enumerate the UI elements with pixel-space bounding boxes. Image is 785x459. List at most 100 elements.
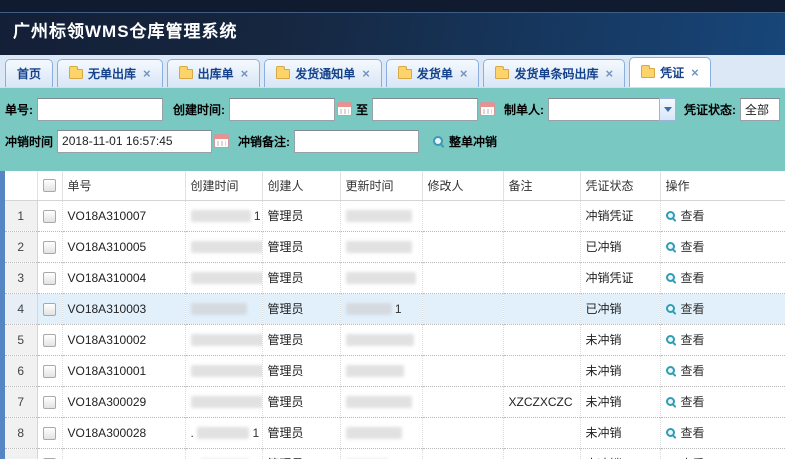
close-icon[interactable]: × bbox=[691, 65, 699, 80]
status-cell: 未冲销 bbox=[580, 324, 660, 355]
view-link[interactable]: 查看 bbox=[666, 207, 705, 224]
row-number: 3 bbox=[5, 262, 37, 293]
close-icon[interactable]: × bbox=[605, 66, 613, 81]
tab-label: 发货通知单 bbox=[295, 65, 355, 82]
create-time-from-input[interactable] bbox=[229, 98, 335, 121]
table-row[interactable]: 2 VO18A310005 管理员 已冲销 查看 bbox=[5, 231, 785, 262]
close-icon[interactable]: × bbox=[460, 66, 468, 81]
writeoff-button-label: 整单冲销 bbox=[449, 133, 497, 150]
column-header-remark[interactable]: 备注 bbox=[503, 171, 580, 200]
order-no-cell: VO18A300028 bbox=[62, 417, 185, 448]
table-row[interactable]: 4 VO18A310003 管理员 1 已冲销 查看 bbox=[5, 293, 785, 324]
tab-outbound-order[interactable]: 出库单 × bbox=[167, 59, 261, 87]
table-row[interactable]: 5 VO18A310002 管理员 未冲销 查看 bbox=[5, 324, 785, 355]
creator-cell: 管理员 bbox=[262, 386, 340, 417]
column-header-status[interactable]: 凭证状态 bbox=[580, 171, 660, 200]
column-header-modifier[interactable]: 修改人 bbox=[422, 171, 503, 200]
creator-cell: 管理员 bbox=[262, 231, 340, 262]
redacted-value bbox=[191, 365, 263, 377]
order-no-cell: VO18A310001 bbox=[62, 355, 185, 386]
view-link[interactable]: 查看 bbox=[666, 455, 705, 459]
status-cell: 未冲销 bbox=[580, 417, 660, 448]
redacted-value bbox=[346, 427, 402, 439]
view-link-label: 查看 bbox=[681, 393, 705, 410]
table-row[interactable]: 8 VO18A300028 . 1 管理员 未冲销 查看 bbox=[5, 417, 785, 448]
tab-shipping-barcode-outbound[interactable]: 发货单条码出库 × bbox=[483, 59, 625, 87]
redacted-value bbox=[346, 210, 412, 222]
calendar-icon[interactable] bbox=[337, 102, 352, 116]
table-row[interactable]: 7 VO18A300029 管理员 XZCZXCZC 未冲销 查看 bbox=[5, 386, 785, 417]
select-all-checkbox[interactable] bbox=[43, 179, 56, 192]
remark-cell bbox=[503, 324, 580, 355]
row-checkbox[interactable] bbox=[43, 427, 56, 440]
order-no-input[interactable] bbox=[37, 98, 163, 121]
tab-shipping-notice[interactable]: 发货通知单 × bbox=[264, 59, 382, 87]
create-time-to-input[interactable] bbox=[372, 98, 478, 121]
writeoff-time-input[interactable] bbox=[57, 130, 212, 153]
row-checkbox[interactable] bbox=[43, 365, 56, 378]
column-header-action[interactable]: 操作 bbox=[660, 171, 785, 200]
modifier-cell bbox=[422, 417, 503, 448]
column-header-created[interactable]: 创建时间 bbox=[185, 171, 262, 200]
column-header-updated[interactable]: 更新时间 bbox=[340, 171, 422, 200]
view-link[interactable]: 查看 bbox=[666, 331, 705, 348]
updated-time-cell: 0:30 bbox=[340, 448, 422, 459]
view-link[interactable]: 查看 bbox=[666, 238, 705, 255]
row-checkbox[interactable] bbox=[43, 334, 56, 347]
status-label: 凭证状态: bbox=[684, 101, 736, 118]
writeoff-button[interactable]: 整单冲销 bbox=[433, 133, 497, 150]
view-link[interactable]: 查看 bbox=[666, 300, 705, 317]
redacted-value bbox=[191, 396, 263, 408]
table-row[interactable]: 6 VO18A310001 管理员 未冲销 查看 bbox=[5, 355, 785, 386]
table-row[interactable]: 1 VO18A310007 1 管理员 冲销凭证 查看 bbox=[5, 200, 785, 231]
table-header-row: 单号 创建时间 创建人 更新时间 修改人 备注 凭证状态 操作 bbox=[5, 171, 785, 200]
tab-home[interactable]: 首页 bbox=[5, 59, 53, 87]
row-checkbox[interactable] bbox=[43, 241, 56, 254]
magnifier-icon bbox=[666, 273, 675, 282]
close-icon[interactable]: × bbox=[241, 66, 249, 81]
redacted-fragment: 1 bbox=[395, 302, 402, 316]
column-header-order[interactable]: 单号 bbox=[62, 171, 185, 200]
close-icon[interactable]: × bbox=[143, 66, 151, 81]
view-link[interactable]: 查看 bbox=[666, 424, 705, 441]
row-checkbox[interactable] bbox=[43, 303, 56, 316]
redacted-fragment: 1 bbox=[254, 209, 261, 223]
calendar-icon[interactable] bbox=[480, 102, 495, 116]
redacted-value bbox=[346, 365, 404, 377]
tab-voucher[interactable]: 凭证 × bbox=[629, 57, 711, 87]
remark-cell bbox=[503, 355, 580, 386]
maker-select-value bbox=[548, 98, 660, 121]
column-header-creator[interactable]: 创建人 bbox=[262, 171, 340, 200]
table-row[interactable]: 3 VO18A310004 管理员 冲销凭证 查看 bbox=[5, 262, 785, 293]
magnifier-icon bbox=[666, 211, 675, 220]
filter-panel: 单号: 创建时间: 至 制单人: 凭证状态: 全部 冲销时间 冲销备注: 整单冲… bbox=[0, 88, 785, 171]
view-link[interactable]: 查看 bbox=[666, 362, 705, 379]
modifier-cell bbox=[422, 324, 503, 355]
row-checkbox[interactable] bbox=[43, 396, 56, 409]
created-time-cell: 2 0 1 bbox=[185, 448, 262, 459]
maker-select[interactable] bbox=[548, 98, 676, 121]
tab-shipping-order[interactable]: 发货单 × bbox=[386, 59, 480, 87]
folder-icon bbox=[179, 69, 193, 79]
remark-cell: XZCZXCZC bbox=[503, 386, 580, 417]
creator-cell: 管理员 bbox=[262, 448, 340, 459]
status-cell: 未冲销 bbox=[580, 448, 660, 459]
tab-label: 无单出库 bbox=[88, 65, 136, 82]
row-checkbox[interactable] bbox=[43, 272, 56, 285]
remark-cell bbox=[503, 200, 580, 231]
calendar-icon[interactable] bbox=[214, 134, 229, 148]
writeoff-remark-input[interactable] bbox=[294, 130, 419, 153]
table-row[interactable]: 9 VO18A300027 2 0 1 管理员 0:30 未冲销 查看 bbox=[5, 448, 785, 459]
row-number: 5 bbox=[5, 324, 37, 355]
redacted-value bbox=[191, 272, 263, 284]
modifier-cell bbox=[422, 231, 503, 262]
tab-no-order-outbound[interactable]: 无单出库 × bbox=[57, 59, 163, 87]
close-icon[interactable]: × bbox=[362, 66, 370, 81]
chevron-down-icon[interactable] bbox=[659, 98, 676, 121]
view-link-label: 查看 bbox=[681, 362, 705, 379]
status-select[interactable]: 全部 bbox=[740, 98, 780, 121]
view-link[interactable]: 查看 bbox=[666, 393, 705, 410]
redacted-value bbox=[346, 241, 412, 253]
view-link[interactable]: 查看 bbox=[666, 269, 705, 286]
row-checkbox[interactable] bbox=[43, 210, 56, 223]
